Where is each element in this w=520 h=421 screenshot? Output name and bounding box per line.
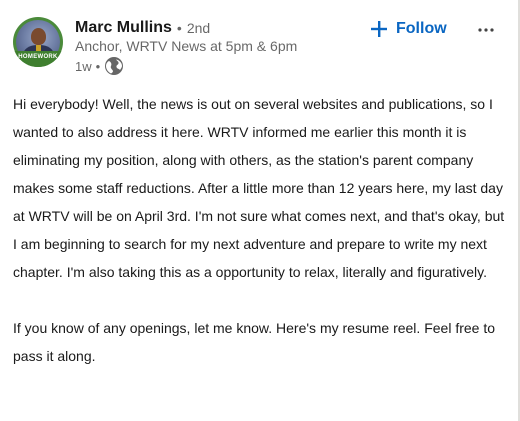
post-body: Hi everybody! Well, the news is out on s… xyxy=(13,90,507,370)
follow-label: Follow xyxy=(396,20,447,37)
post-time: 1w xyxy=(75,58,92,74)
more-options-button[interactable] xyxy=(472,18,500,40)
feed-post: HOMEWORK Marc Mullins • 2nd Anchor, WRTV… xyxy=(0,0,520,421)
name-separator: • xyxy=(176,20,182,36)
avatar-frame-banner: HOMEWORK xyxy=(13,51,63,67)
post-meta: 1w • xyxy=(75,56,124,76)
plus-icon xyxy=(370,20,388,38)
post-paragraph: Hi everybody! Well, the news is out on s… xyxy=(13,96,505,280)
author-headline: Anchor, WRTV News at 5pm & 6pm xyxy=(75,38,298,54)
author-name-row: Marc Mullins • 2nd xyxy=(75,18,210,38)
meta-separator: • xyxy=(95,58,101,74)
avatar[interactable]: HOMEWORK xyxy=(13,17,63,67)
avatar-face xyxy=(31,28,46,45)
ellipsis-icon xyxy=(477,20,495,38)
follow-button[interactable]: Follow xyxy=(370,16,447,42)
connection-degree: 2nd xyxy=(186,20,211,36)
post-paragraph: If you know of any openings, let me know… xyxy=(13,320,496,364)
author-name[interactable]: Marc Mullins xyxy=(75,19,172,37)
globe-icon xyxy=(104,56,124,76)
